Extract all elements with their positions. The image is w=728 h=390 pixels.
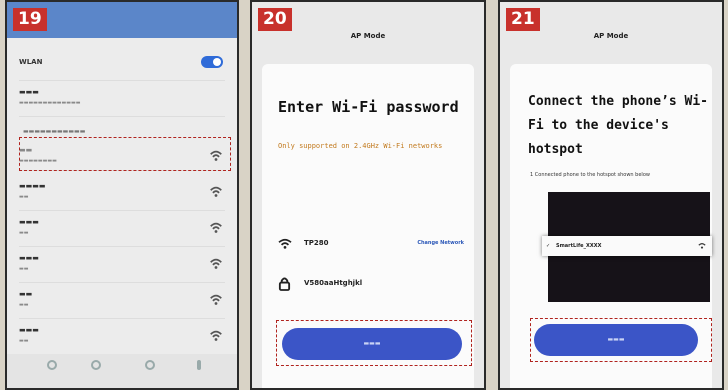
hotspot-row[interactable]: ✓ SmartLife_XXXX	[542, 236, 712, 256]
wifi-signal-icon	[210, 294, 222, 305]
ssid-field[interactable]: TP280	[278, 238, 329, 252]
network-name: ▬▬	[19, 290, 33, 298]
highlight-go-connect-button	[530, 318, 712, 362]
network-name: ▬▬▬	[19, 326, 39, 334]
password-value: V580aaHtghjkl	[304, 279, 363, 287]
instruction-step: 1 Connected phone to the hotspot shown b…	[530, 172, 650, 178]
step-badge-21: 21	[506, 8, 540, 31]
wifi-network-row[interactable]: ▬▬▬ ▬▬	[19, 320, 225, 355]
nav-more-icon[interactable]	[197, 360, 201, 370]
network-status: ▬▬	[19, 194, 29, 200]
wifi-signal-icon	[210, 222, 222, 233]
hotspot-ssid: SmartLife_XXXX	[556, 243, 602, 249]
band-note: Only supported on 2.4GHz Wi-Fi networks	[278, 142, 443, 150]
network-status: ▬▬	[19, 338, 29, 344]
wifi-network-row[interactable]: ▬▬▬ ▬▬	[19, 248, 225, 283]
network-status: ▬▬	[19, 230, 29, 236]
wifi-signal-icon	[210, 186, 222, 197]
highlight-selected-network	[19, 137, 231, 171]
wifi-icon	[278, 238, 292, 249]
wifi-signal-icon	[210, 258, 222, 269]
page-header: AP Mode	[593, 32, 629, 40]
wlan-toggle-switch[interactable]	[201, 56, 223, 68]
nav-scan-icon[interactable]	[47, 360, 57, 370]
row-sub-blurred: ▬▬▬▬▬▬▬▬▬▬▬▬▬	[19, 100, 81, 106]
network-name: ▬▬▬	[19, 254, 39, 262]
panel-enter-wifi-password: 20 AP Mode Enter Wi-Fi password Only sup…	[250, 0, 486, 390]
wifi-signal-icon	[698, 243, 706, 249]
nav-config-icon[interactable]	[145, 360, 155, 370]
check-icon: ✓	[546, 243, 551, 249]
highlight-next-button	[276, 320, 472, 366]
ssid-value: TP280	[304, 239, 329, 247]
network-status: ▬▬	[19, 266, 29, 272]
page-title: Connect the phone’s Wi-Fi to the device'…	[528, 94, 709, 157]
bottom-nav-bar	[7, 354, 237, 388]
wlan-label: WLAN	[19, 58, 43, 66]
password-field[interactable]: V580aaHtghjkl	[278, 276, 362, 293]
row-label-blurred: ▬▬▬	[19, 88, 39, 96]
wifi-network-row[interactable]: ▬▬▬▬ ▬▬	[19, 176, 225, 211]
wlan-toggle-row[interactable]: WLAN	[19, 46, 225, 81]
wifi-network-row[interactable]: ▬▬ ▬▬	[19, 284, 225, 319]
network-name: ▬▬▬	[19, 218, 39, 226]
available-networks-header: ▬▬▬▬▬▬▬▬▬▬▬	[23, 128, 86, 135]
network-name: ▬▬▬▬	[19, 182, 46, 190]
change-network-link[interactable]: Change Network	[417, 240, 464, 246]
nav-add-icon[interactable]	[91, 360, 101, 370]
panel-connect-hotspot: 21 AP Mode Connect the phone’s Wi-Fi to …	[498, 0, 724, 390]
page-header: AP Mode	[350, 32, 386, 40]
lock-icon	[278, 277, 291, 291]
step-badge-20: 20	[258, 8, 292, 31]
network-status: ▬▬	[19, 302, 29, 308]
wifi-signal-icon	[210, 330, 222, 341]
step-badge-19: 19	[13, 8, 47, 31]
page-title: Enter Wi-Fi password	[278, 98, 459, 116]
wifi-network-row[interactable]: ▬▬▬ ▬▬	[19, 212, 225, 247]
panel-wlan-settings: 19 WLAN ▬▬▬ ▬▬▬▬▬▬▬▬▬▬▬▬▬ ▬▬▬▬▬▬▬▬▬▬▬ ▬▬…	[5, 0, 239, 390]
wlan-assistant-row[interactable]: ▬▬▬ ▬▬▬▬▬▬▬▬▬▬▬▬▬	[19, 82, 225, 117]
